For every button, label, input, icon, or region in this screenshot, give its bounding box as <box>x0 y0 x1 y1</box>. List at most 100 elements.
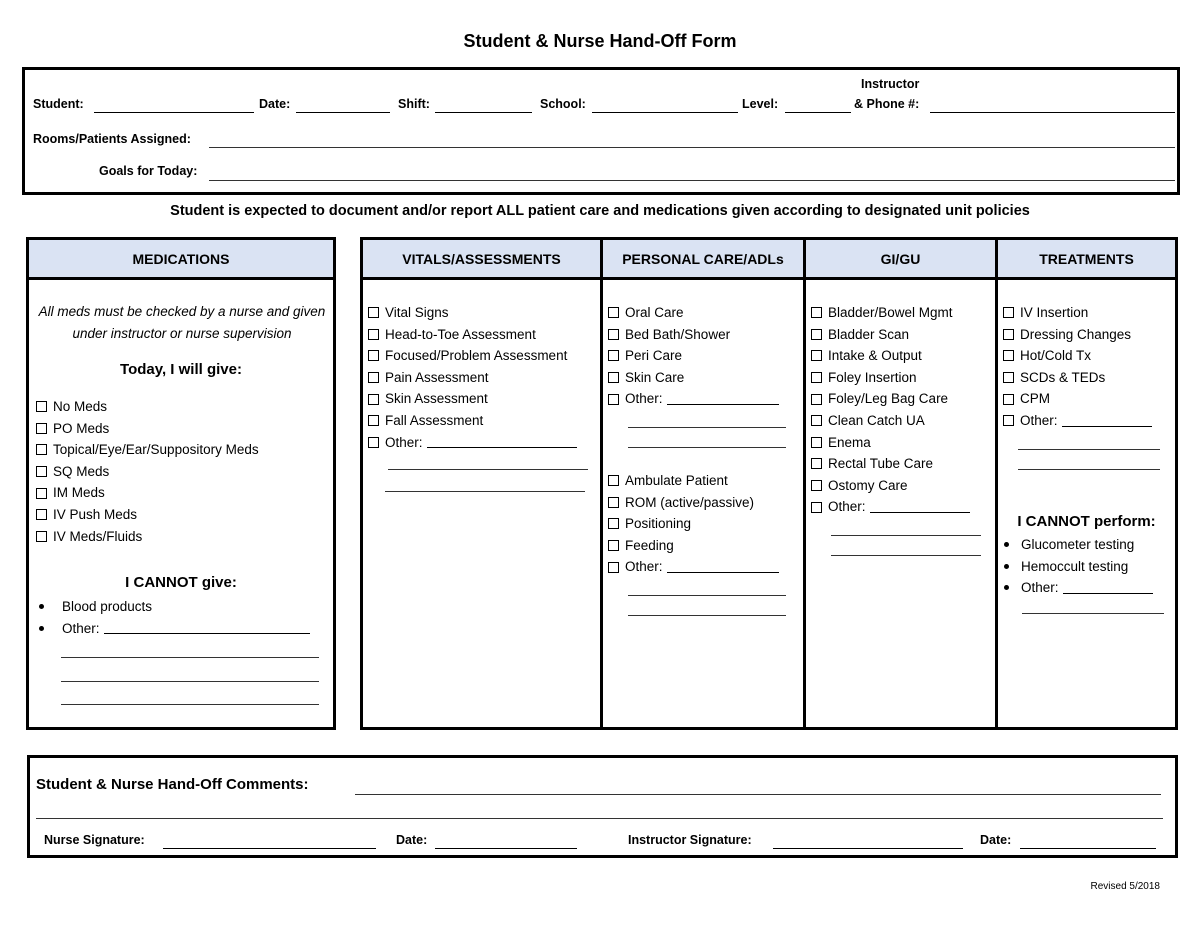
student-field[interactable] <box>94 112 254 113</box>
treatment-item[interactable]: Other: <box>1003 410 1152 432</box>
personal-care-item[interactable]: Skin Care <box>608 367 779 389</box>
blank-line[interactable] <box>628 447 786 448</box>
checkbox-icon[interactable] <box>811 480 822 492</box>
blank-line[interactable] <box>1022 613 1164 614</box>
gigu-item[interactable]: Clean Catch UA <box>811 410 970 432</box>
gigu-item[interactable]: Bladder Scan <box>811 324 970 346</box>
other-field[interactable] <box>666 561 779 574</box>
checkbox-icon[interactable] <box>1003 372 1014 384</box>
level-field[interactable] <box>785 112 851 113</box>
personal-care-item[interactable]: Other: <box>608 556 779 578</box>
personal-care-item[interactable]: Other: <box>608 388 779 410</box>
checkbox-icon[interactable] <box>368 307 379 319</box>
gigu-item[interactable]: Foley Insertion <box>811 367 970 389</box>
treatment-item[interactable]: IV Insertion <box>1003 302 1152 324</box>
vitals-item[interactable]: Focused/Problem Assessment <box>368 345 577 367</box>
blank-line[interactable] <box>831 535 981 536</box>
checkbox-icon[interactable] <box>608 372 619 384</box>
checkbox-icon[interactable] <box>608 561 619 573</box>
vitals-item[interactable]: Head-to-Toe Assessment <box>368 324 577 346</box>
vitals-item[interactable]: Fall Assessment <box>368 410 577 432</box>
blank-line[interactable] <box>831 555 981 556</box>
med-item[interactable]: No Meds <box>36 396 259 418</box>
instructor-date-field[interactable] <box>1020 848 1156 849</box>
other-field[interactable] <box>103 622 310 635</box>
personal-care-item[interactable]: Ambulate Patient <box>608 470 779 492</box>
nurse-signature-field[interactable] <box>163 848 376 849</box>
gigu-item[interactable]: Ostomy Care <box>811 475 970 497</box>
checkbox-icon[interactable] <box>608 475 619 487</box>
checkbox-icon[interactable] <box>608 328 619 340</box>
gigu-item[interactable]: Enema <box>811 432 970 454</box>
checkbox-icon[interactable] <box>811 436 822 448</box>
blank-line[interactable] <box>385 491 585 492</box>
rooms-field[interactable] <box>209 147 1175 148</box>
checkbox-icon[interactable] <box>811 328 822 340</box>
checkbox-icon[interactable] <box>811 458 822 470</box>
vitals-item[interactable]: Other: <box>368 432 577 454</box>
blank-line[interactable] <box>388 469 588 470</box>
checkbox-icon[interactable] <box>811 307 822 319</box>
checkbox-icon[interactable] <box>36 530 47 542</box>
instructor-phone-field[interactable] <box>930 112 1175 113</box>
checkbox-icon[interactable] <box>1003 415 1014 427</box>
blank-line[interactable] <box>61 657 319 658</box>
comments-field-2[interactable] <box>36 818 1163 819</box>
treatment-item[interactable]: Hot/Cold Tx <box>1003 345 1152 367</box>
blank-line[interactable] <box>628 615 786 616</box>
checkbox-icon[interactable] <box>36 509 47 521</box>
checkbox-icon[interactable] <box>811 501 822 513</box>
shift-field[interactable] <box>435 112 532 113</box>
med-item[interactable]: PO Meds <box>36 418 259 440</box>
checkbox-icon[interactable] <box>36 466 47 478</box>
blank-line[interactable] <box>1018 449 1160 450</box>
comments-field[interactable] <box>355 794 1161 795</box>
other-field[interactable] <box>666 393 779 406</box>
checkbox-icon[interactable] <box>608 496 619 508</box>
blank-line[interactable] <box>61 704 319 705</box>
med-item[interactable]: SQ Meds <box>36 461 259 483</box>
instructor-signature-field[interactable] <box>773 848 963 849</box>
med-item[interactable]: IM Meds <box>36 482 259 504</box>
checkbox-icon[interactable] <box>368 436 379 448</box>
treatment-item[interactable]: Dressing Changes <box>1003 324 1152 346</box>
gigu-item[interactable]: Intake & Output <box>811 345 970 367</box>
checkbox-icon[interactable] <box>811 415 822 427</box>
checkbox-icon[interactable] <box>368 372 379 384</box>
personal-care-item[interactable]: Oral Care <box>608 302 779 324</box>
treatment-item[interactable]: CPM <box>1003 388 1152 410</box>
date-field[interactable] <box>296 112 390 113</box>
checkbox-icon[interactable] <box>1003 307 1014 319</box>
treatment-item[interactable]: SCDs & TEDs <box>1003 367 1152 389</box>
checkbox-icon[interactable] <box>608 518 619 530</box>
other-field[interactable] <box>1062 582 1153 594</box>
blank-line[interactable] <box>61 681 319 682</box>
personal-care-item[interactable]: Positioning <box>608 513 779 535</box>
school-field[interactable] <box>592 112 738 113</box>
checkbox-icon[interactable] <box>36 444 47 456</box>
checkbox-icon[interactable] <box>368 328 379 340</box>
checkbox-icon[interactable] <box>1003 393 1014 405</box>
blank-line[interactable] <box>628 427 786 428</box>
checkbox-icon[interactable] <box>811 350 822 362</box>
checkbox-icon[interactable] <box>608 393 619 405</box>
other-field[interactable] <box>426 436 577 449</box>
checkbox-icon[interactable] <box>608 350 619 362</box>
checkbox-icon[interactable] <box>608 307 619 319</box>
checkbox-icon[interactable] <box>36 401 47 413</box>
checkbox-icon[interactable] <box>368 393 379 405</box>
checkbox-icon[interactable] <box>608 540 619 552</box>
nurse-date-field[interactable] <box>435 848 577 849</box>
checkbox-icon[interactable] <box>368 415 379 427</box>
vitals-item[interactable]: Vital Signs <box>368 302 577 324</box>
checkbox-icon[interactable] <box>811 393 822 405</box>
checkbox-icon[interactable] <box>1003 328 1014 340</box>
gigu-item[interactable]: Foley/Leg Bag Care <box>811 388 970 410</box>
vitals-item[interactable]: Pain Assessment <box>368 367 577 389</box>
checkbox-icon[interactable] <box>1003 350 1014 362</box>
personal-care-item[interactable]: Peri Care <box>608 345 779 367</box>
other-field[interactable] <box>1061 415 1152 427</box>
gigu-item[interactable]: Rectal Tube Care <box>811 453 970 475</box>
med-item[interactable]: Topical/Eye/Ear/Suppository Meds <box>36 439 259 461</box>
blank-line[interactable] <box>628 595 786 596</box>
